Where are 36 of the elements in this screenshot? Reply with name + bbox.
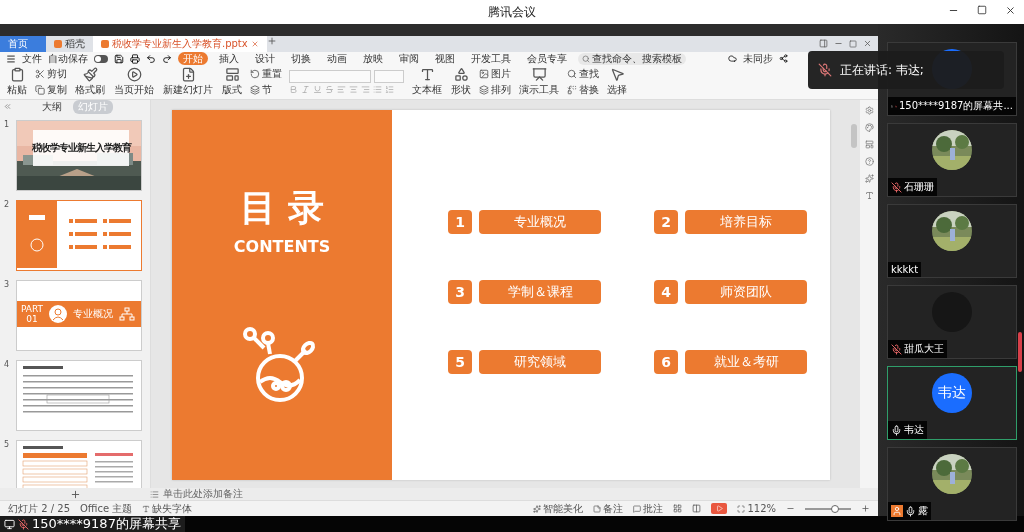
share-title: 150****9187的屏幕共享 [32, 515, 181, 532]
slide-subtitle: CONTENTS [233, 237, 331, 257]
speaking-text: 正在讲话: 韦达; [840, 61, 924, 79]
participant-name: 露 [918, 504, 928, 518]
section-title: 专业概况 [73, 307, 114, 322]
slide-number: 3 [4, 280, 11, 292]
item-label: 学制＆课程 [479, 280, 601, 305]
item-number: 1 [448, 210, 472, 235]
participant-name: 150****9187的屏幕共... [898, 99, 1013, 113]
slide-title: 目 录 [239, 185, 325, 231]
item-number: 6 [654, 350, 678, 375]
slide-counter: 幻灯片 2 / 25 [8, 501, 70, 516]
part-label: PART 01 [21, 304, 44, 325]
participant-name: 石珊珊 [904, 180, 934, 194]
avatar: 韦达 [932, 373, 972, 413]
item-number: 2 [654, 210, 678, 235]
item-number: 5 [448, 350, 472, 375]
slide-number: 5 [4, 440, 11, 452]
window-title: 腾讯会议 [488, 3, 536, 21]
slide-number: 1 [4, 120, 11, 132]
item-number: 4 [654, 280, 678, 305]
slide-title: 税收学专业新生入学教育 [31, 141, 131, 156]
item-label: 培养目标 [685, 210, 807, 235]
item-label: 就业＆考研 [685, 350, 807, 375]
participant-name: kkkkt [891, 264, 919, 275]
participant-name: 韦达 [904, 423, 924, 437]
sync-status: 未同步 [743, 51, 773, 66]
slide-number: 2 [4, 200, 11, 212]
item-number: 3 [448, 280, 472, 305]
theme-name: Office 主题 [80, 501, 133, 516]
item-label: 专业概况 [479, 210, 601, 235]
slide-number: 4 [4, 360, 11, 372]
autosave-label: 自动保存 [48, 51, 88, 66]
item-label: 研究领域 [479, 350, 601, 375]
participant-name: 甜瓜大王 [904, 342, 944, 356]
item-label: 师资团队 [685, 280, 807, 305]
